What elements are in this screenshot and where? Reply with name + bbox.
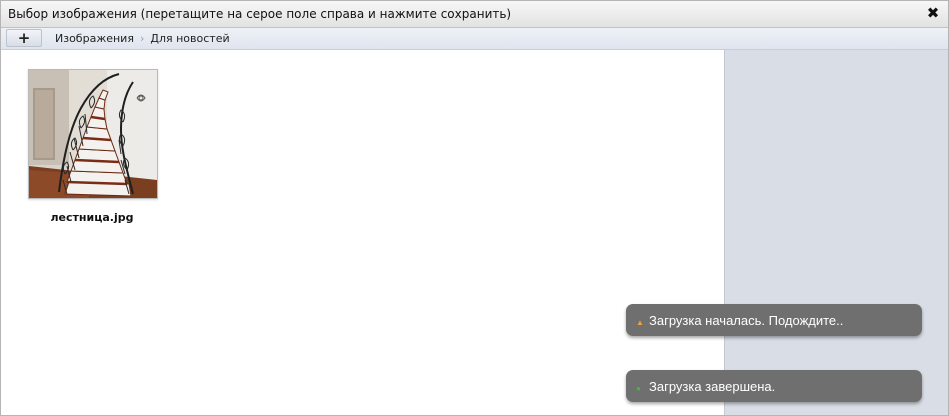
notification-upload-started: ▲ Загрузка началась. Подождите..: [626, 304, 922, 336]
notification-text: Загрузка завершена.: [649, 379, 776, 394]
dialog-title: Выбор изображения (перетащите на серое п…: [8, 7, 512, 21]
toolbar: + Изображения › Для новостей: [1, 28, 948, 50]
breadcrumb: Изображения › Для новостей: [55, 32, 230, 45]
image-filename: лестница.jpg: [50, 211, 134, 224]
image-picker-dialog: Выбор изображения (перетащите на серое п…: [0, 0, 949, 416]
drop-zone[interactable]: [724, 50, 948, 415]
notification-text: Загрузка началась. Подождите..: [649, 313, 844, 328]
breadcrumb-separator-icon: ›: [139, 32, 145, 45]
image-thumbnail[interactable]: [28, 69, 158, 199]
title-bar[interactable]: Выбор изображения (перетащите на серое п…: [1, 1, 948, 28]
staircase-image: [29, 70, 157, 198]
check-icon: ●: [636, 384, 641, 393]
breadcrumb-item-images[interactable]: Изображения: [55, 32, 134, 45]
warning-icon: ▲: [636, 318, 644, 327]
notification-upload-complete: ● Загрузка завершена.: [626, 370, 922, 402]
close-button[interactable]: ✖: [926, 6, 940, 21]
breadcrumb-item-news[interactable]: Для новостей: [150, 32, 229, 45]
add-button[interactable]: +: [6, 29, 42, 47]
